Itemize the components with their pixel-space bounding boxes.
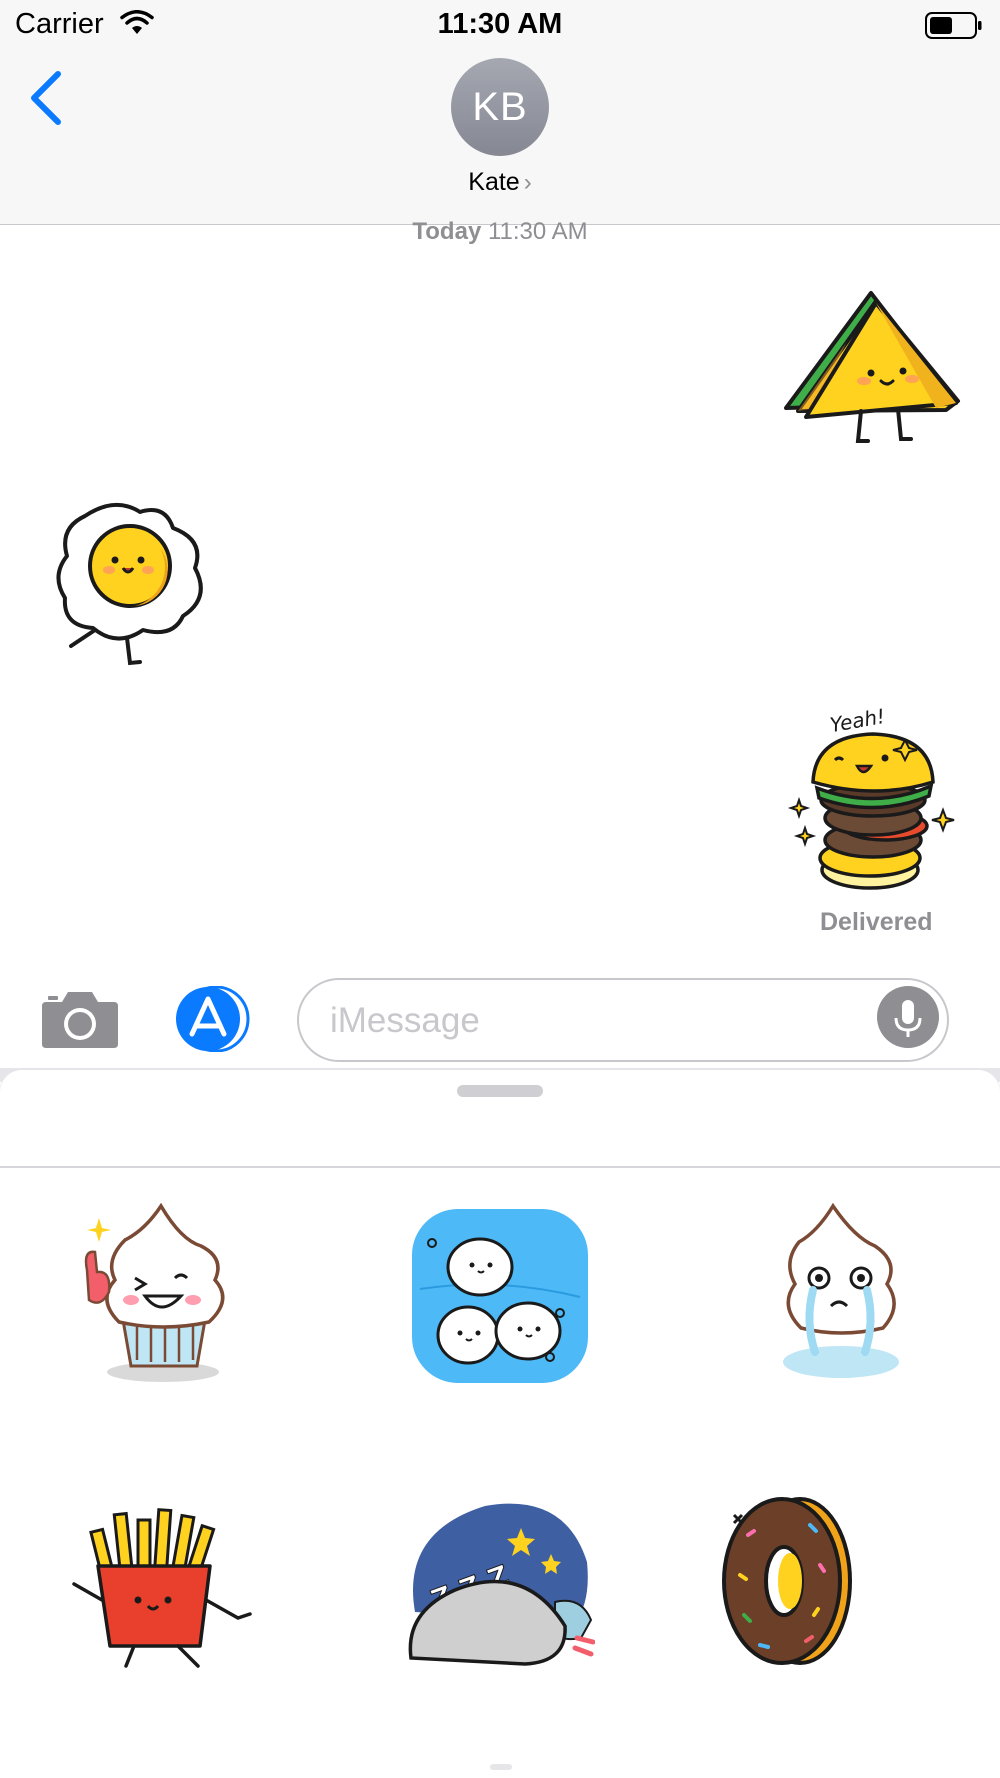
chevron-right-icon: › [523,169,532,196]
drawer-grabber[interactable] [457,1085,543,1097]
drawer-divider [0,1166,1000,1168]
avatar-initials: KB [472,84,528,129]
fried-egg-sticker[interactable] [55,498,210,668]
battery-icon [925,12,982,39]
microphone-button[interactable] [877,986,939,1048]
delivered-status: Delivered [820,908,933,936]
contact-name: Kate [468,168,520,196]
sleeping-rice-sticker[interactable]: Z Z Z [405,1492,595,1672]
timestamp-time: 11:30 AM [487,218,588,245]
ice-cream-wink-sticker[interactable] [75,1200,235,1390]
app-store-icon[interactable] [170,986,256,1052]
timestamp-day: Today [412,218,482,245]
donut-sticker[interactable] [720,1495,855,1667]
status-time: 11:30 AM [437,8,563,40]
drawer-page-indicator [490,1764,512,1770]
fries-sticker[interactable] [70,1500,255,1672]
ice-cream-crying-sticker[interactable] [775,1202,905,1392]
imessage-placeholder: iMessage [330,1001,480,1040]
camera-icon[interactable] [40,988,120,1050]
microphone-icon [894,1000,922,1037]
snowballs-sticker[interactable] [410,1207,590,1385]
contact-name-button[interactable]: Kate › [0,168,1000,197]
burger-stack-sticker[interactable]: Yeah! [785,700,960,895]
chevron-left-icon[interactable] [26,70,66,126]
contact-avatar[interactable]: KB [451,58,549,156]
message-timestamp: Today 11:30 AM [0,218,1000,246]
sticker-yeah-text: Yeah! [828,704,887,737]
sandwich-sticker[interactable] [776,283,961,453]
